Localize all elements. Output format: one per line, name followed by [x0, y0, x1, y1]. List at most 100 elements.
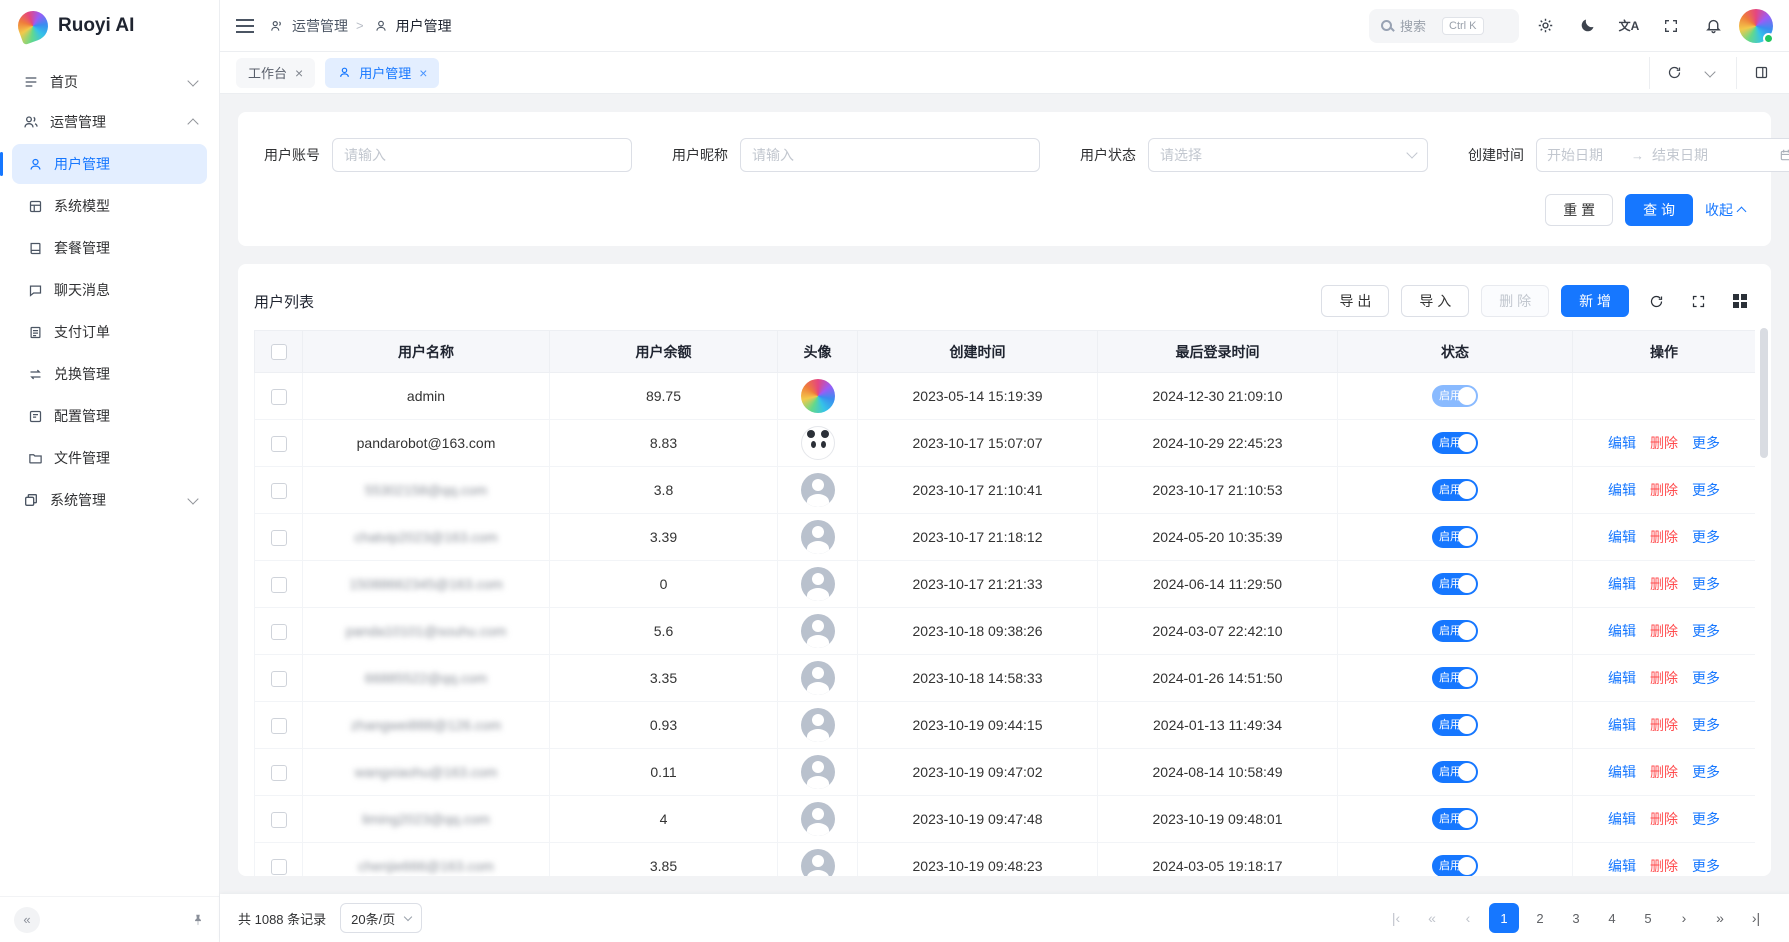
- sidebar-item-file-management[interactable]: 文件管理: [12, 438, 207, 478]
- fullscreen-button[interactable]: [1655, 10, 1687, 42]
- status-toggle[interactable]: 启用: [1432, 761, 1478, 783]
- status-toggle[interactable]: 启用: [1432, 667, 1478, 689]
- sidebar-item-home[interactable]: 首页: [12, 62, 207, 102]
- close-icon[interactable]: ×: [295, 66, 303, 80]
- edit-link[interactable]: 编辑: [1608, 576, 1636, 592]
- row-checkbox[interactable]: [271, 483, 287, 499]
- delete-link[interactable]: 删除: [1650, 623, 1678, 639]
- user-avatar[interactable]: [1739, 9, 1773, 43]
- language-button[interactable]: 文A: [1613, 10, 1645, 42]
- more-link[interactable]: 更多: [1692, 811, 1720, 827]
- tab-workbench[interactable]: 工作台 ×: [236, 58, 315, 88]
- status-toggle[interactable]: 启用: [1432, 479, 1478, 501]
- export-button[interactable]: 导 出: [1321, 285, 1389, 317]
- more-link[interactable]: 更多: [1692, 576, 1720, 592]
- more-link[interactable]: 更多: [1692, 623, 1720, 639]
- delete-link[interactable]: 删除: [1650, 858, 1678, 874]
- table-scrollbar[interactable]: [1760, 328, 1768, 866]
- edit-link[interactable]: 编辑: [1608, 529, 1636, 545]
- search-button[interactable]: 查 询: [1625, 194, 1693, 226]
- status-toggle[interactable]: 启用: [1432, 855, 1478, 876]
- more-link[interactable]: 更多: [1692, 529, 1720, 545]
- delete-link[interactable]: 删除: [1650, 811, 1678, 827]
- page-button-1[interactable]: 1: [1489, 903, 1519, 933]
- global-search[interactable]: 搜索 Ctrl K: [1369, 9, 1519, 43]
- column-settings-button[interactable]: [1725, 286, 1755, 316]
- delete-link[interactable]: 删除: [1650, 576, 1678, 592]
- delete-button[interactable]: 删 除: [1481, 285, 1549, 317]
- next-page-button[interactable]: ›: [1669, 903, 1699, 933]
- row-checkbox[interactable]: [271, 530, 287, 546]
- status-toggle[interactable]: 启用: [1432, 385, 1478, 407]
- breadcrumb-operations[interactable]: 运营管理: [268, 16, 348, 36]
- row-checkbox[interactable]: [271, 718, 287, 734]
- sidebar-item-user-management[interactable]: 用户管理: [12, 144, 207, 184]
- edit-link[interactable]: 编辑: [1608, 858, 1636, 874]
- sidebar-group-system[interactable]: 系统管理: [12, 480, 207, 520]
- more-link[interactable]: 更多: [1692, 435, 1720, 451]
- sidebar-item-chat-messages[interactable]: 聊天消息: [12, 270, 207, 310]
- pin-icon[interactable]: [191, 913, 205, 927]
- delete-link[interactable]: 删除: [1650, 717, 1678, 733]
- first-page-button[interactable]: |‹: [1381, 903, 1411, 933]
- edit-link[interactable]: 编辑: [1608, 717, 1636, 733]
- sidebar-item-payment-orders[interactable]: 支付订单: [12, 312, 207, 352]
- page-size-select[interactable]: 20条/页: [340, 903, 422, 933]
- refresh-table-button[interactable]: [1641, 286, 1671, 316]
- tab-options-button[interactable]: [1694, 57, 1726, 89]
- sidebar-item-config-management[interactable]: 配置管理: [12, 396, 207, 436]
- notifications-button[interactable]: [1697, 10, 1729, 42]
- delete-link[interactable]: 删除: [1650, 764, 1678, 780]
- select-all-checkbox[interactable]: [271, 344, 287, 360]
- tab-user-management[interactable]: 用户管理 ×: [325, 58, 439, 88]
- more-link[interactable]: 更多: [1692, 482, 1720, 498]
- expand-content-button[interactable]: [1745, 57, 1777, 89]
- hamburger-menu-icon[interactable]: [236, 19, 254, 33]
- page-button-4[interactable]: 4: [1597, 903, 1627, 933]
- scrollbar-thumb[interactable]: [1760, 328, 1768, 458]
- last-page-button[interactable]: ›|: [1741, 903, 1771, 933]
- delete-link[interactable]: 删除: [1650, 529, 1678, 545]
- table-fullscreen-button[interactable]: [1683, 286, 1713, 316]
- sidebar-item-package-management[interactable]: 套餐管理: [12, 228, 207, 268]
- page-button-5[interactable]: 5: [1633, 903, 1663, 933]
- page-button-2[interactable]: 2: [1525, 903, 1555, 933]
- status-toggle[interactable]: 启用: [1432, 620, 1478, 642]
- account-input[interactable]: [332, 138, 632, 172]
- row-checkbox[interactable]: [271, 671, 287, 687]
- row-checkbox[interactable]: [271, 859, 287, 875]
- delete-link[interactable]: 删除: [1650, 670, 1678, 686]
- date-start-input[interactable]: [1547, 147, 1623, 163]
- edit-link[interactable]: 编辑: [1608, 811, 1636, 827]
- edit-link[interactable]: 编辑: [1608, 482, 1636, 498]
- more-link[interactable]: 更多: [1692, 717, 1720, 733]
- more-link[interactable]: 更多: [1692, 858, 1720, 874]
- row-checkbox[interactable]: [271, 389, 287, 405]
- date-end-input[interactable]: [1652, 147, 1728, 163]
- dark-mode-button[interactable]: [1571, 10, 1603, 42]
- row-checkbox[interactable]: [271, 577, 287, 593]
- date-range-picker[interactable]: →: [1536, 138, 1789, 172]
- more-link[interactable]: 更多: [1692, 764, 1720, 780]
- sidebar-group-operations[interactable]: 运营管理: [12, 102, 207, 142]
- reset-button[interactable]: 重 置: [1545, 194, 1613, 226]
- row-checkbox[interactable]: [271, 624, 287, 640]
- row-checkbox[interactable]: [271, 765, 287, 781]
- status-toggle[interactable]: 启用: [1432, 526, 1478, 548]
- row-checkbox[interactable]: [271, 812, 287, 828]
- collapse-sidebar-button[interactable]: «: [14, 907, 40, 933]
- sidebar-item-exchange-management[interactable]: 兑换管理: [12, 354, 207, 394]
- breadcrumb-current[interactable]: 用户管理: [372, 16, 452, 36]
- status-toggle[interactable]: 启用: [1432, 714, 1478, 736]
- delete-link[interactable]: 删除: [1650, 435, 1678, 451]
- collapse-filter-link[interactable]: 收起: [1705, 200, 1745, 220]
- nickname-input[interactable]: [740, 138, 1040, 172]
- edit-link[interactable]: 编辑: [1608, 623, 1636, 639]
- settings-button[interactable]: [1529, 10, 1561, 42]
- add-button[interactable]: 新 增: [1561, 285, 1629, 317]
- refresh-tab-button[interactable]: [1658, 57, 1690, 89]
- edit-link[interactable]: 编辑: [1608, 670, 1636, 686]
- close-icon[interactable]: ×: [419, 66, 427, 80]
- row-checkbox[interactable]: [271, 436, 287, 452]
- edit-link[interactable]: 编辑: [1608, 764, 1636, 780]
